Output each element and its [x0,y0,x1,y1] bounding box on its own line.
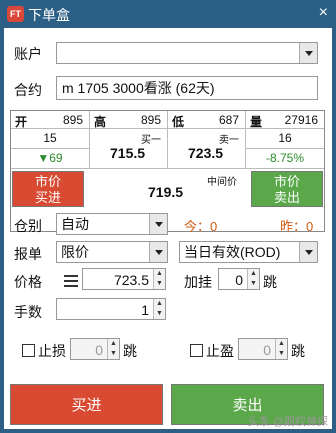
position-select[interactable]: 自动 [56,213,168,235]
high-value: 895 [140,113,161,127]
chevron-down-icon[interactable] [149,214,167,234]
take-profit-spinner-icon[interactable]: ▲ ▼ [275,339,287,359]
ask1-price: 723.5 [188,145,224,161]
take-profit-input[interactable]: 0 ▲ ▼ [238,338,288,360]
take-profit-checkbox[interactable] [190,344,203,357]
contract-label: 合约 [14,82,42,98]
order-type-select[interactable]: 限价 [56,241,168,263]
validity-select[interactable]: 当日有效(ROD) [179,241,318,263]
open-value: 895 [62,113,83,127]
low-cell: 低 687 [168,111,246,129]
bid1-price: 715.5 [110,145,146,161]
stop-loss-input[interactable]: 0 ▲ ▼ [70,338,120,360]
today-position: 今：0 [184,219,218,234]
price-value: 723.5 [113,272,149,288]
chevron-down-icon[interactable] [299,43,317,63]
buy-button[interactable]: 买进 [10,384,163,425]
mid-price: 719.5 [148,184,184,200]
stop-loss-unit: 跳 [123,343,137,359]
price-spinner-icon[interactable]: ▲ ▼ [153,269,165,289]
account-label: 账户 [14,46,42,62]
lots-label: 手数 [14,304,42,320]
order-label: 报单 [14,246,42,262]
take-profit-unit: 跳 [291,343,305,359]
bid1-label: 买一 [141,135,161,146]
window-title: 下单盒 [28,7,70,23]
add-label: 加挂 [184,274,212,290]
market-sell-button[interactable]: 市价 卖出 [251,171,323,207]
high-label: 高 [94,115,107,129]
high-cell: 高 895 [90,111,168,129]
volume-cell: 量 27916 [246,111,324,129]
volume-value: 27916 [284,113,318,127]
low-label: 低 [172,115,185,129]
close-icon[interactable]: × [319,4,328,22]
market-buy-button[interactable]: 市价 买进 [12,171,84,207]
low-value: 687 [218,113,239,127]
contract-input[interactable]: m 1705 3000看涨 (62天) [56,76,318,100]
mid-label: 中间价 [207,177,237,188]
open-cell: 开 895 [11,111,90,129]
position-label: 仓别 [14,218,42,234]
stop-loss-value: 0 [95,342,103,358]
chevron-down-icon[interactable] [149,242,167,262]
order-type-value: 限价 [61,244,89,260]
take-profit-label: 止盈 [206,343,234,359]
lots-input[interactable]: 1 ▲ ▼ [56,298,166,320]
ask1-cell[interactable]: 卖一 723.5 [168,129,246,169]
stop-loss-checkbox[interactable] [22,344,35,357]
add-tick-value: 0 [235,272,243,288]
position-value: 自动 [61,216,89,232]
bid-qty: 15 [11,129,90,149]
order-window: FT 下单盒 × 账户 合约 m 1705 3000看涨 (62天) 开 895… [0,0,336,433]
change-percent: -8.75% [246,149,324,169]
yesterday-position: 昨：0 [280,219,314,234]
stop-loss-label: 止损 [38,343,66,359]
add-tick-unit: 跳 [263,274,277,290]
title-bar[interactable]: FT 下单盒 × [0,0,336,28]
stop-loss-spinner-icon[interactable]: ▲ ▼ [107,339,119,359]
change-value: ▼69 [11,149,90,169]
app-logo-icon: FT [7,6,24,22]
open-label: 开 [15,115,28,129]
bid1-cell[interactable]: 买一 715.5 [90,129,168,169]
price-label: 价格 [14,274,42,290]
take-profit-value: 0 [263,342,271,358]
price-list-icon[interactable] [64,275,78,287]
ask-qty: 16 [246,129,324,149]
account-select[interactable] [56,42,318,64]
order-form: 账户 合约 m 1705 3000看涨 (62天) 开 895 高 895 低 … [4,28,332,429]
chevron-down-icon[interactable] [299,242,317,262]
watermark: 头条 @期权神探 [247,416,328,428]
volume-label: 量 [250,115,263,129]
lots-value: 1 [141,302,149,318]
validity-value: 当日有效(ROD) [184,244,281,260]
ask1-label: 卖一 [219,135,239,146]
add-tick-input[interactable]: 0 ▲ ▼ [218,268,260,290]
lots-spinner-icon[interactable]: ▲ ▼ [153,299,165,319]
price-input[interactable]: 723.5 ▲ ▼ [82,268,166,290]
add-tick-spinner-icon[interactable]: ▲ ▼ [247,269,259,289]
